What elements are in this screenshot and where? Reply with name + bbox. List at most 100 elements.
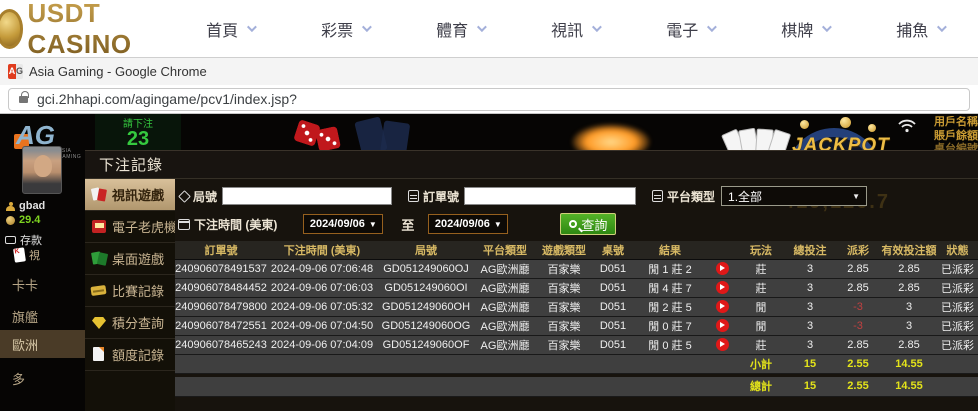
cell-game-type: 百家樂	[535, 259, 593, 279]
balance: 29.4	[19, 214, 41, 226]
cell-game-no: GD051249060OG	[377, 316, 475, 336]
total-row: 總計 15 2.55 14.55	[175, 377, 978, 397]
cell-result: 閒 0 莊 7	[633, 316, 707, 336]
cell-play-type: 閒	[737, 297, 785, 317]
nav-item[interactable]: 捕魚	[896, 17, 948, 41]
column-header: 玩法	[737, 241, 785, 260]
cell-order-no: 240906078484452	[175, 278, 267, 298]
sidebar-item[interactable]: 額度記錄	[85, 339, 175, 371]
url-input[interactable]: gci.2hhapi.com/agingame/pcv1/index.jsp?	[8, 87, 970, 111]
cell-result: 閒 4 莊 7	[633, 278, 707, 298]
video-cards-icon	[91, 187, 107, 202]
cell-status: 已派彩	[937, 316, 978, 336]
column-header: 總投注	[785, 241, 835, 260]
cell-result: 閒 2 莊 5	[633, 297, 707, 317]
url-text: gci.2hhapi.com/agingame/pcv1/index.jsp?	[37, 91, 297, 107]
replay-button[interactable]	[715, 281, 729, 294]
ag-favicon-icon: A G	[8, 64, 23, 79]
modal-content: 419,126.7 局號 訂單號	[175, 179, 978, 411]
game-no-input[interactable]	[222, 187, 393, 205]
cell-replay	[707, 259, 737, 279]
replay-button[interactable]	[715, 262, 729, 275]
replay-button[interactable]	[715, 319, 729, 332]
nav-item[interactable]: 棋牌	[781, 17, 833, 41]
cell-total-bet: 3	[785, 259, 835, 279]
cell-order-no: 240906078491537	[175, 259, 267, 279]
chevron-down-icon	[362, 22, 373, 33]
cell-bet-time: 2024-09-06 07:04:09	[267, 335, 377, 355]
gold-coin-icon	[800, 120, 809, 129]
username: gbad	[19, 200, 46, 212]
cell-total-bet: 3	[785, 297, 835, 317]
lock-icon	[19, 90, 29, 103]
sidebar-item[interactable]: 比賽記錄	[85, 275, 175, 307]
caret-down-icon: ▼	[493, 219, 502, 229]
coin-logo-icon	[0, 8, 24, 49]
order-no-input[interactable]	[464, 187, 637, 205]
cell-bet-time: 2024-09-06 07:04:50	[267, 316, 377, 336]
cell-valid-bet: 2.85	[881, 278, 937, 298]
cell-play-type: 閒	[737, 316, 785, 336]
nav-item[interactable]: 視訊	[551, 17, 603, 41]
nav-item[interactable]: 體育	[436, 17, 488, 41]
dice-icon	[314, 125, 342, 153]
search-button[interactable]: 查詢	[560, 213, 617, 235]
cell-valid-bet: 3	[881, 316, 937, 336]
sidebar-item-label: 電子老虎機	[112, 220, 178, 235]
bg-menu-item-active: 歐洲	[0, 330, 85, 358]
sidebar-item[interactable]: 桌面遊戲	[85, 243, 175, 275]
modal-sidebar: 視訊遊戲 電子老虎機 桌面遊戲 比賽記錄 積分查詢 額度記錄	[85, 179, 183, 411]
bg-menu-item: 旗艦	[12, 309, 39, 325]
video-cards-bg-icon	[13, 247, 26, 263]
platform-type-select[interactable]: 1.全部 ▼	[721, 186, 868, 206]
bet-records-modal: 下注記錄 視訊遊戲 電子老虎機 桌面遊戲 比賽記錄 積分查詢 額度記錄 419,…	[85, 150, 978, 411]
bet-time-label: 下注時間 (美東)	[194, 217, 278, 232]
date-to-select[interactable]: 2024/09/06 ▼	[428, 214, 509, 234]
cell-status: 已派彩	[937, 259, 978, 279]
caret-down-icon: ▼	[852, 191, 861, 201]
cell-game-type: 百家樂	[535, 316, 593, 336]
cell-bet-time: 2024-09-06 07:05:32	[267, 297, 377, 317]
caret-down-icon: ▼	[368, 219, 377, 229]
replay-button[interactable]	[715, 338, 729, 351]
bet-records-table: 訂單號 下注時間 (美東) 局號 平台類型 遊戲類型 桌號 結果 玩法 總投注 派彩 有效投注額 狀態…	[175, 241, 978, 397]
cell-replay	[707, 297, 737, 317]
column-header: 有效投注額	[881, 241, 937, 260]
sidebar-item[interactable]: 視訊遊戲	[85, 179, 183, 211]
cell-game-no: GD051249060OI	[377, 278, 475, 298]
column-header: 派彩	[835, 241, 881, 260]
subtotal-label: 小計	[737, 354, 785, 374]
sidebar-item[interactable]: 電子老虎機	[85, 211, 178, 243]
total-label: 總計	[737, 377, 785, 397]
replay-button[interactable]	[715, 300, 729, 313]
user-avatar	[22, 146, 62, 194]
nav-item[interactable]: 首頁	[206, 17, 258, 41]
site-logo[interactable]: USDT CASINO	[0, 0, 144, 60]
bet-timer-value: 23	[126, 128, 150, 150]
chevron-down-icon	[592, 22, 603, 33]
slot-machine-icon	[91, 219, 107, 234]
sidebar-item[interactable]: 積分查詢	[85, 307, 175, 339]
table-header-row: 訂單號 下注時間 (美東) 局號 平台類型 遊戲類型 桌號 結果 玩法 總投注 派彩 有效投注額 狀態	[175, 241, 978, 260]
cell-total-bet: 3	[785, 278, 835, 298]
cell-payout: 2.85	[835, 278, 881, 298]
cell-replay	[707, 316, 737, 336]
date-from-select[interactable]: 2024/09/06 ▼	[303, 214, 384, 234]
column-header: 訂單號	[175, 241, 267, 260]
nav-item[interactable]: 電子	[666, 17, 718, 41]
tag-icon	[178, 189, 191, 203]
cell-platform: AG歐洲廳	[475, 278, 535, 298]
nav-item[interactable]: 彩票	[321, 17, 373, 41]
cell-order-no: 240906078479800	[175, 297, 267, 317]
window-title: Asia Gaming - Google Chrome	[29, 64, 207, 79]
cell-replay	[707, 335, 737, 355]
cell-order-no: 240906078465243	[175, 335, 267, 355]
filter-panel: 局號 訂單號 平台類型 1.全部 ▼ 下注時間 (美東) 2024/09/06 …	[175, 179, 978, 241]
chevron-down-icon	[822, 22, 833, 33]
cell-game-type: 百家樂	[535, 278, 593, 298]
match-ticket-icon	[91, 283, 107, 298]
cell-result: 閒 0 莊 5	[633, 335, 707, 355]
cell-play-type: 莊	[737, 278, 785, 298]
cell-game-no: GD051249060OF	[377, 335, 475, 355]
cell-payout: 2.85	[835, 335, 881, 355]
